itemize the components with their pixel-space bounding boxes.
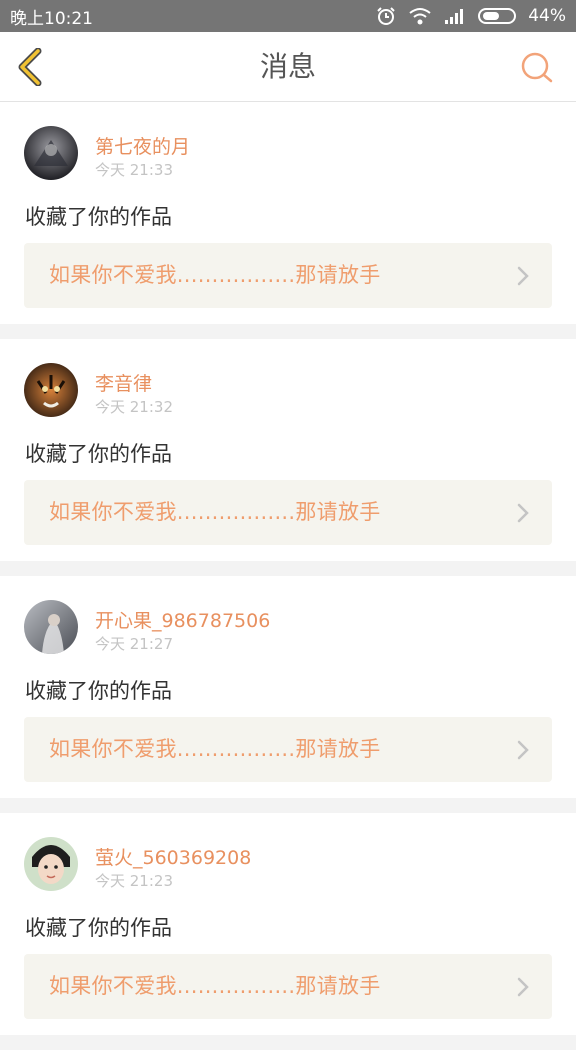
username[interactable]: 李音律 [95,369,152,396]
work-title: 如果你不爱我.................那请放手 [49,263,381,287]
header-bar: 消息 [0,32,576,102]
action-text: 收藏了你的作品 [25,205,172,229]
username[interactable]: 开心果_986787506 [95,606,270,633]
status-bar: 晚上10:21 44% [0,0,576,32]
timestamp: 今天 21:33 [95,161,173,179]
chevron-right-icon [517,503,529,523]
avatar[interactable] [24,363,78,417]
battery-icon [478,8,517,24]
work-link[interactable]: 如果你不爱我.................那请放手 [24,243,552,308]
chevron-right-icon [517,977,529,997]
chevron-right-icon [517,266,529,286]
timestamp: 今天 21:32 [95,398,173,416]
wifi-icon [408,6,432,26]
work-title: 如果你不爱我.................那请放手 [49,737,381,761]
work-link[interactable]: 如果你不爱我.................那请放手 [24,954,552,1019]
signal-icon [444,7,466,25]
timestamp: 今天 21:27 [95,635,173,653]
notification-card: 第七夜的月 今天 21:33 收藏了你的作品 如果你不爱我...........… [0,102,576,324]
username[interactable]: 第七夜的月 [95,132,190,159]
work-title: 如果你不爱我.................那请放手 [49,500,381,524]
status-icons: 44% [376,6,566,26]
notification-card: 李音律 今天 21:32 收藏了你的作品 如果你不爱我.............… [0,339,576,561]
avatar[interactable] [24,126,78,180]
username[interactable]: 萤火_560369208 [95,843,251,870]
avatar[interactable] [24,837,78,891]
action-text: 收藏了你的作品 [25,916,172,940]
alarm-icon [376,6,396,26]
action-text: 收藏了你的作品 [25,442,172,466]
status-time: 晚上10:21 [10,8,93,29]
page-title: 消息 [259,50,316,83]
notification-list: 第七夜的月 今天 21:33 收藏了你的作品 如果你不爱我...........… [0,102,576,1050]
search-icon [521,52,553,83]
battery-percent: 44% [528,6,566,26]
avatar[interactable] [24,600,78,654]
work-title: 如果你不爱我.................那请放手 [49,974,381,998]
search-button[interactable] [520,50,554,84]
work-link[interactable]: 如果你不爱我.................那请放手 [24,717,552,782]
work-link[interactable]: 如果你不爱我.................那请放手 [24,480,552,545]
chevron-right-icon [517,740,529,760]
timestamp: 今天 21:23 [95,872,173,890]
notification-card: 开心果_986787506 今天 21:27 收藏了你的作品 如果你不爱我...… [0,576,576,798]
notification-card: 萤火_560369208 今天 21:23 收藏了你的作品 如果你不爱我....… [0,813,576,1035]
action-text: 收藏了你的作品 [25,679,172,703]
